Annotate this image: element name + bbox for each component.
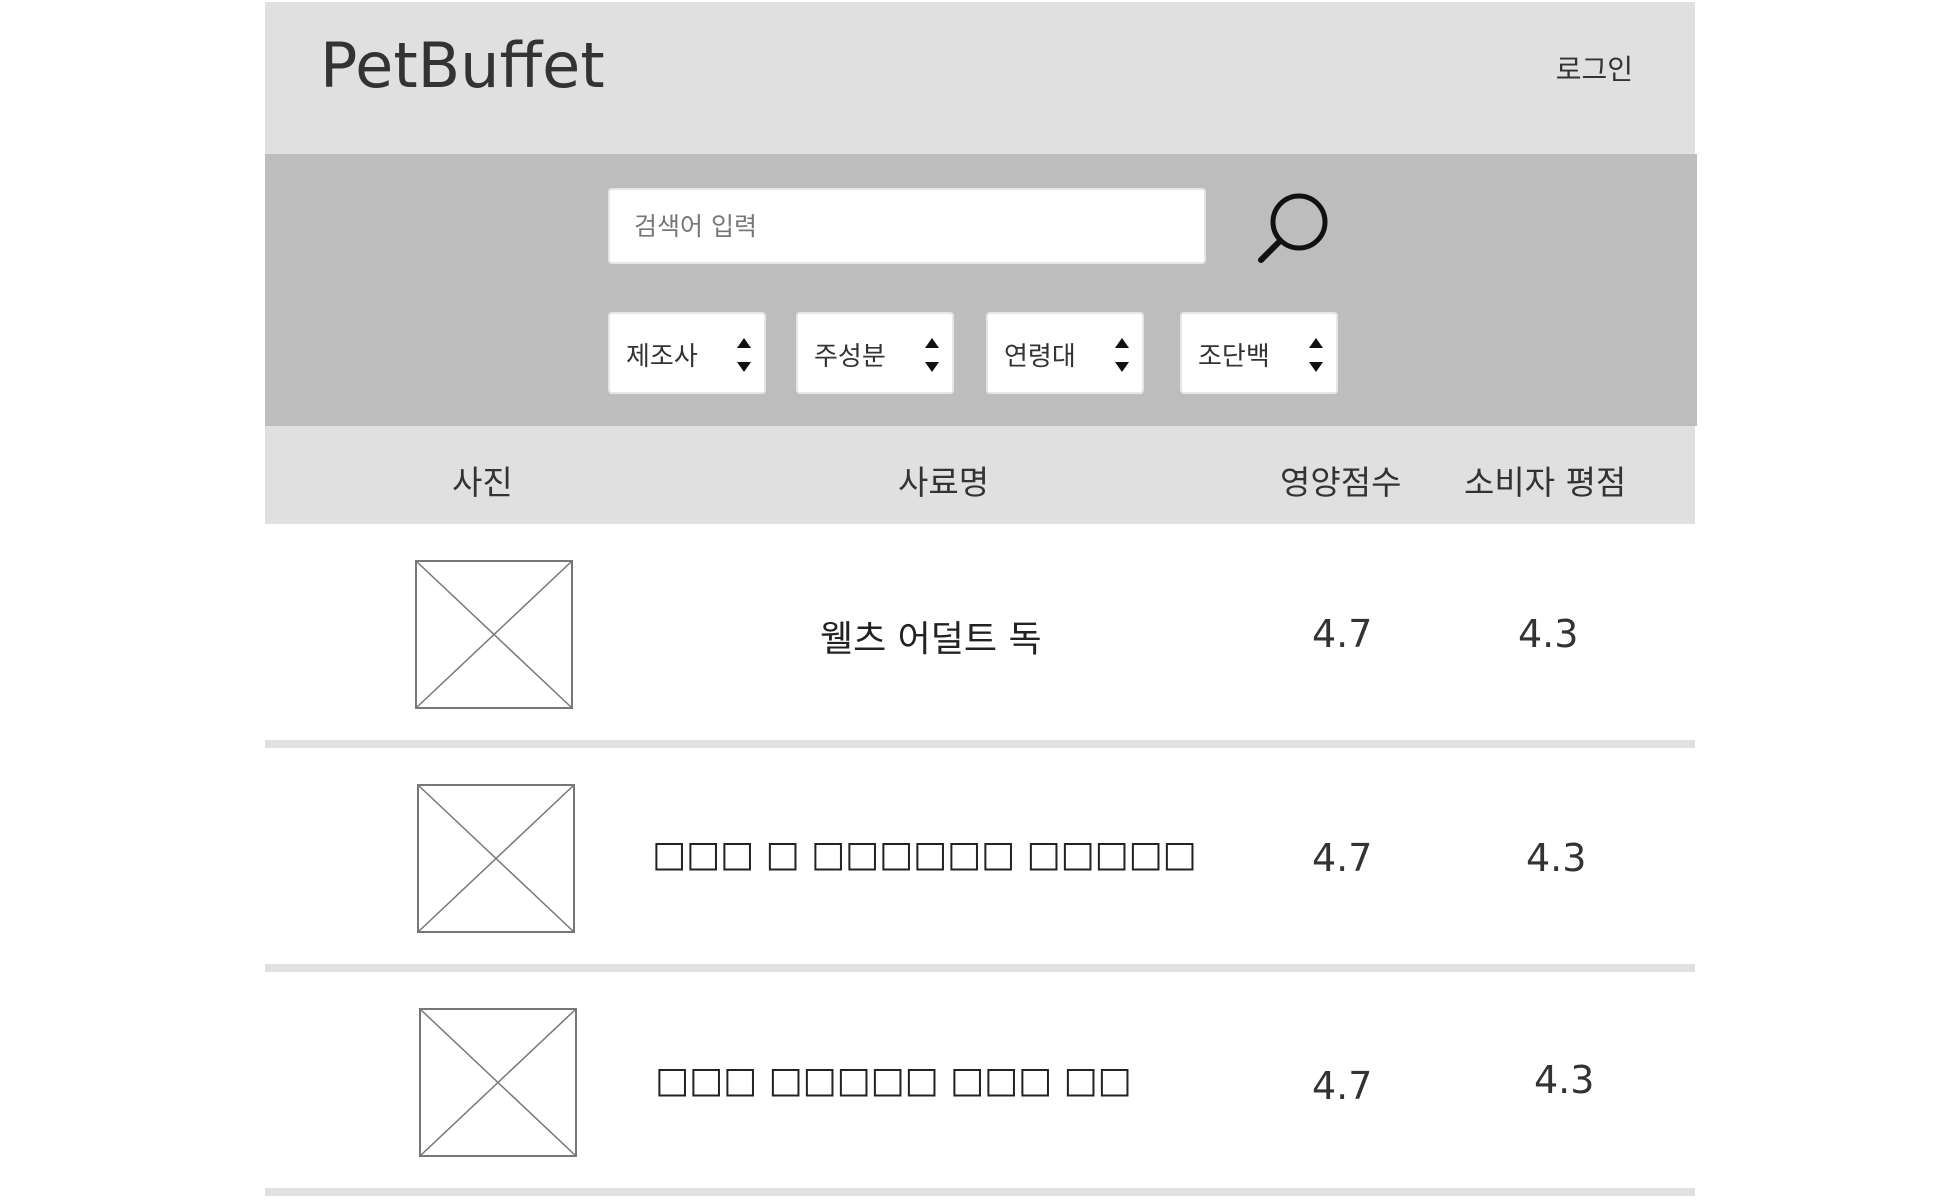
nutrition-score: 4.7 (1312, 1064, 1373, 1108)
search-panel: 제조사 주성분 연령대 조단백 (265, 154, 1697, 426)
filter-label: 연령대 (1004, 342, 1076, 372)
image-placeholder-icon (419, 1008, 577, 1157)
brand-logo[interactable]: PetBuffet (320, 31, 605, 100)
nutrition-score: 4.7 (1312, 612, 1373, 656)
sort-arrows-icon (925, 338, 939, 372)
search-input[interactable] (608, 188, 1206, 264)
table-row[interactable]: □□□ □□□□□ □□□ □□ 4.7 4.3 (265, 972, 1695, 1196)
filter-manufacturer[interactable]: 제조사 (608, 312, 766, 394)
table-row[interactable]: □□□ □ □□□□□□ □□□□□ 4.7 4.3 (265, 748, 1695, 972)
filter-crude-protein[interactable]: 조단백 (1180, 312, 1338, 394)
login-link[interactable]: 로그인 (1556, 48, 1633, 88)
column-header-photo: 사진 (452, 463, 513, 502)
page-frame: PetBuffet 로그인 제조사 주성분 연령대 (265, 2, 1697, 1200)
column-header-name: 사료명 (898, 463, 990, 502)
search-button[interactable] (1253, 190, 1333, 266)
header-bar: PetBuffet 로그인 (265, 2, 1695, 154)
consumer-rating: 4.3 (1518, 612, 1579, 656)
column-header-nutrition[interactable]: 영양점수 (1280, 456, 1401, 504)
filter-label: 제조사 (626, 342, 698, 372)
image-placeholder-icon (417, 784, 575, 933)
sort-arrows-icon (1115, 338, 1129, 372)
table-header: 사진 사료명 영양점수 소비자 평점 (265, 426, 1695, 524)
sort-arrows-icon (1309, 338, 1323, 372)
consumer-rating: 4.3 (1534, 1058, 1595, 1102)
table-row[interactable]: 웰츠 어덜트 독 4.7 4.3 (265, 524, 1695, 748)
row-divider (265, 964, 1695, 972)
food-name[interactable]: □□□ □ □□□□□□ □□□□□ (652, 834, 1197, 875)
filter-label: 주성분 (814, 342, 886, 372)
column-header-rating[interactable]: 소비자 평점 (1464, 456, 1626, 504)
row-divider (265, 1188, 1695, 1196)
nutrition-score: 4.7 (1312, 836, 1373, 880)
food-name[interactable]: □□□ □□□□□ □□□ □□ (655, 1060, 1132, 1101)
row-divider (265, 740, 1695, 748)
sort-arrows-icon (737, 338, 751, 372)
filter-main-ingredient[interactable]: 주성분 (796, 312, 954, 394)
filter-age-group[interactable]: 연령대 (986, 312, 1144, 394)
food-name[interactable]: 웰츠 어덜트 독 (820, 610, 1042, 662)
filter-label: 조단백 (1198, 342, 1270, 372)
consumer-rating: 4.3 (1526, 836, 1587, 880)
search-icon (1258, 193, 1328, 263)
image-placeholder-icon (415, 560, 573, 709)
